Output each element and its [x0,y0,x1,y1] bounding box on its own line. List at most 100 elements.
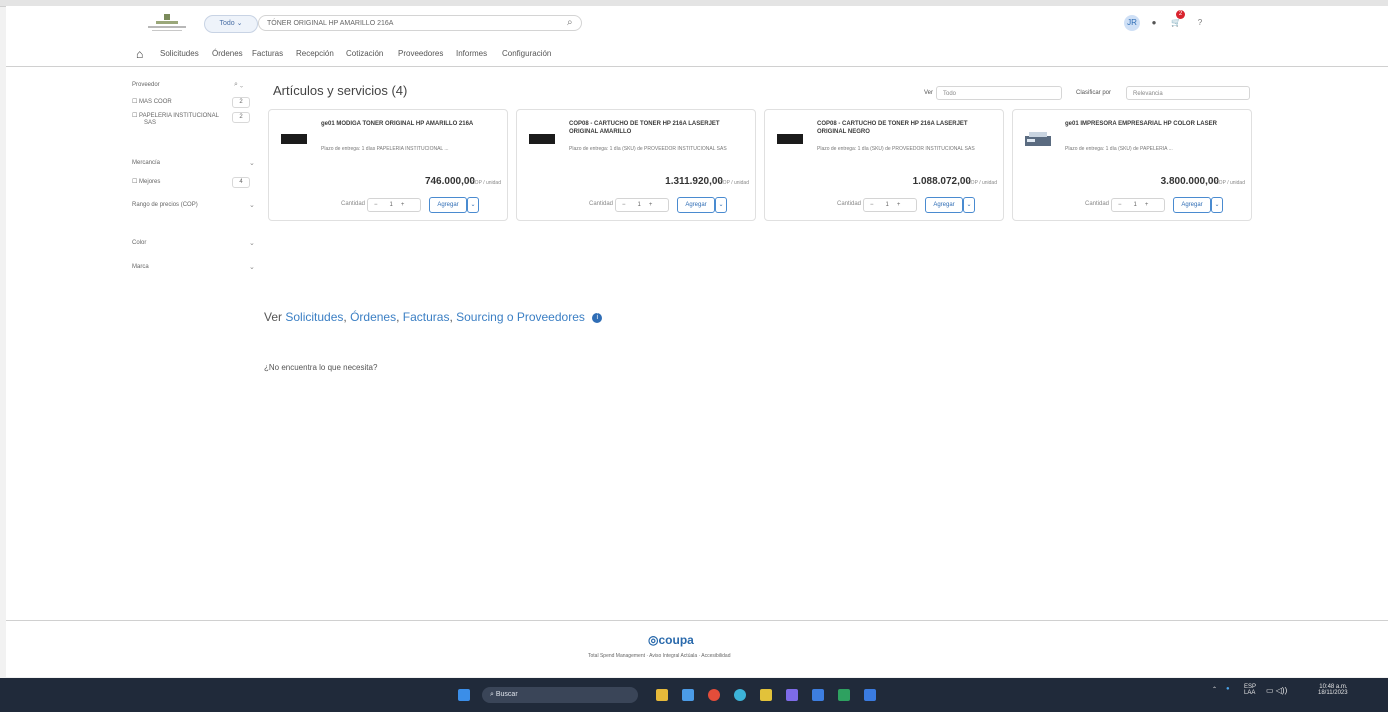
add-to-cart-button[interactable]: Agregar [1173,197,1211,213]
product-image[interactable] [281,134,307,144]
company-logo [148,14,186,31]
add-to-cart-button[interactable]: Agregar [677,197,715,213]
product-title[interactable]: ge01 MODIGA TONER ORIGINAL HP AMARILLO 2… [321,120,499,128]
plus-icon[interactable]: + [1145,202,1149,208]
add-options-chevron[interactable]: ⌄ [467,197,479,213]
search-icon[interactable]: ⌕ [567,17,573,28]
chevron-down-icon[interactable]: ⌄ [249,239,255,247]
product-title[interactable]: ge01 IMPRESORA EMPRESARIAL HP COLOR LASE… [1065,120,1243,128]
teams-icon[interactable] [786,689,798,701]
product-subtitle: Plazo de entrega: 1 día (SKU) de PROVEED… [569,146,727,152]
not-found-text[interactable]: ¿No encuentra lo que necesita? [264,363,377,372]
add-to-cart-button[interactable]: Agregar [429,197,467,213]
windows-start-icon[interactable] [458,689,470,701]
product-price: 1.311.920,00 [665,176,723,187]
quantity-stepper[interactable]: − 1 + [367,198,421,212]
product-image[interactable] [777,134,803,144]
help-icon[interactable]: ? [1192,15,1208,31]
link-sourcing[interactable]: Sourcing o Proveedores [456,310,585,324]
filter-count-3: 4 [232,177,250,188]
filter-checkbox-2[interactable]: ☐ PAPELERIA INSTITUCIONAL [132,112,219,119]
file-explorer-icon[interactable] [656,689,668,701]
minus-icon[interactable]: − [870,202,874,208]
cloud-icon[interactable]: ● [1226,686,1230,692]
add-options-chevron[interactable]: ⌄ [715,197,727,213]
sort-select[interactable]: Relevancia [1126,86,1250,100]
nav-proveedores[interactable]: Proveedores [398,49,443,58]
ver-select[interactable]: Todo [936,86,1062,100]
taskbar-search[interactable]: ⌕ Buscar [482,687,638,703]
product-price: 1.088.072,00 [912,176,971,187]
product-subtitle: Plazo de entrega: 1 días PAPELERIA INSTI… [321,146,449,152]
notes-icon[interactable] [760,689,772,701]
link-solicitudes[interactable]: Solicitudes [285,310,343,324]
user-avatar[interactable]: JR [1124,15,1140,31]
excel-icon[interactable] [838,689,850,701]
nav-ordenes[interactable]: Órdenes [212,49,243,58]
product-subtitle: Plazo de entrega: 1 día (SKU) de PAPELER… [1065,146,1173,152]
add-options-chevron[interactable]: ⌄ [963,197,975,213]
word-icon[interactable] [864,689,876,701]
nav-informes[interactable]: Informes [456,49,487,58]
product-price: 3.800.000,00 [1160,176,1219,187]
quantity-stepper[interactable]: − 1 + [863,198,917,212]
quantity-stepper[interactable]: − 1 + [615,198,669,212]
quantity-stepper[interactable]: − 1 + [1111,198,1165,212]
qty-value[interactable]: 1 [390,202,393,208]
plus-icon[interactable]: + [649,202,653,208]
video-call-icon[interactable] [682,689,694,701]
price-currency: COP / unidad [1215,180,1245,186]
product-title[interactable]: COP08 - CARTUCHO DE TONER HP 216A LASERJ… [817,120,995,136]
product-card[interactable]: COP08 - CARTUCHO DE TONER HP 216A LASERJ… [764,109,1004,221]
filter-checkbox-3[interactable]: ☐ Mejores [132,178,160,185]
filter-heading-proveedor: Proveedor [132,82,160,88]
minus-icon[interactable]: − [622,202,626,208]
footer-links[interactable]: Total Spend Management · Aviso Integral … [588,653,731,659]
product-image[interactable] [529,134,555,144]
nav-configuracion[interactable]: Configuración [502,49,551,58]
nav-solicitudes[interactable]: Solicitudes [160,49,199,58]
bell-icon[interactable]: ● [1146,15,1162,31]
chevron-down-icon[interactable]: ⌄ [249,201,255,209]
tray-chevron-icon[interactable]: ⌃ [1212,686,1217,693]
qty-label: Cantidad [837,201,862,207]
filter-search-icon[interactable]: ⌕ ⌄ [234,81,243,89]
add-options-chevron[interactable]: ⌄ [1211,197,1223,213]
product-card[interactable]: ge01 MODIGA TONER ORIGINAL HP AMARILLO 2… [268,109,508,221]
search-input[interactable]: TÓNER ORIGINAL HP AMARILLO 216A [258,15,582,31]
add-to-cart-button[interactable]: Agregar [925,197,963,213]
qty-value[interactable]: 1 [886,202,889,208]
filter-price-range[interactable]: Rango de precios (COP) [132,202,198,208]
link-ordenes[interactable]: Órdenes [350,310,396,324]
coupa-app: Todo ⌄ TÓNER ORIGINAL HP AMARILLO 216A ⌕… [6,6,1388,677]
minus-icon[interactable]: − [1118,202,1122,208]
home-icon[interactable]: ⌂ [136,47,143,61]
clock[interactable]: 10:48 a.m. 18/11/2023 [1318,684,1348,696]
outlook-icon[interactable] [812,689,824,701]
wifi-volume-icon[interactable]: ▭ ◁)) [1266,686,1287,695]
plus-icon[interactable]: + [401,202,405,208]
filter-marca[interactable]: Marca [132,264,149,270]
minus-icon[interactable]: − [374,202,378,208]
qty-value[interactable]: 1 [638,202,641,208]
product-card[interactable]: ge01 IMPRESORA EMPRESARIAL HP COLOR LASE… [1012,109,1252,221]
plus-icon[interactable]: + [897,202,901,208]
nav-cotizacion[interactable]: Cotización [346,49,383,58]
edge-icon[interactable] [734,689,746,701]
search-scope-dropdown[interactable]: Todo ⌄ [204,15,258,33]
nav-facturas[interactable]: Facturas [252,49,283,58]
qty-value[interactable]: 1 [1134,202,1137,208]
printer-image[interactable] [1023,130,1053,148]
cart-count-badge: 2 [1176,10,1185,19]
product-title[interactable]: COP08 - CARTUCHO DE TONER HP 216A LASERJ… [569,120,747,136]
chevron-down-icon[interactable]: ⌄ [249,159,255,167]
chrome-icon[interactable] [708,689,720,701]
nav-recepcion[interactable]: Recepción [296,49,334,58]
language-indicator[interactable]: ESP LAA [1244,684,1256,696]
chevron-down-icon[interactable]: ⌄ [249,263,255,271]
info-icon[interactable]: i [592,312,603,323]
filter-color[interactable]: Color [132,240,146,246]
product-card[interactable]: COP08 - CARTUCHO DE TONER HP 216A LASERJ… [516,109,756,221]
filter-checkbox-1[interactable]: ☐ MAS COOR [132,98,172,105]
link-facturas[interactable]: Facturas [403,310,450,324]
